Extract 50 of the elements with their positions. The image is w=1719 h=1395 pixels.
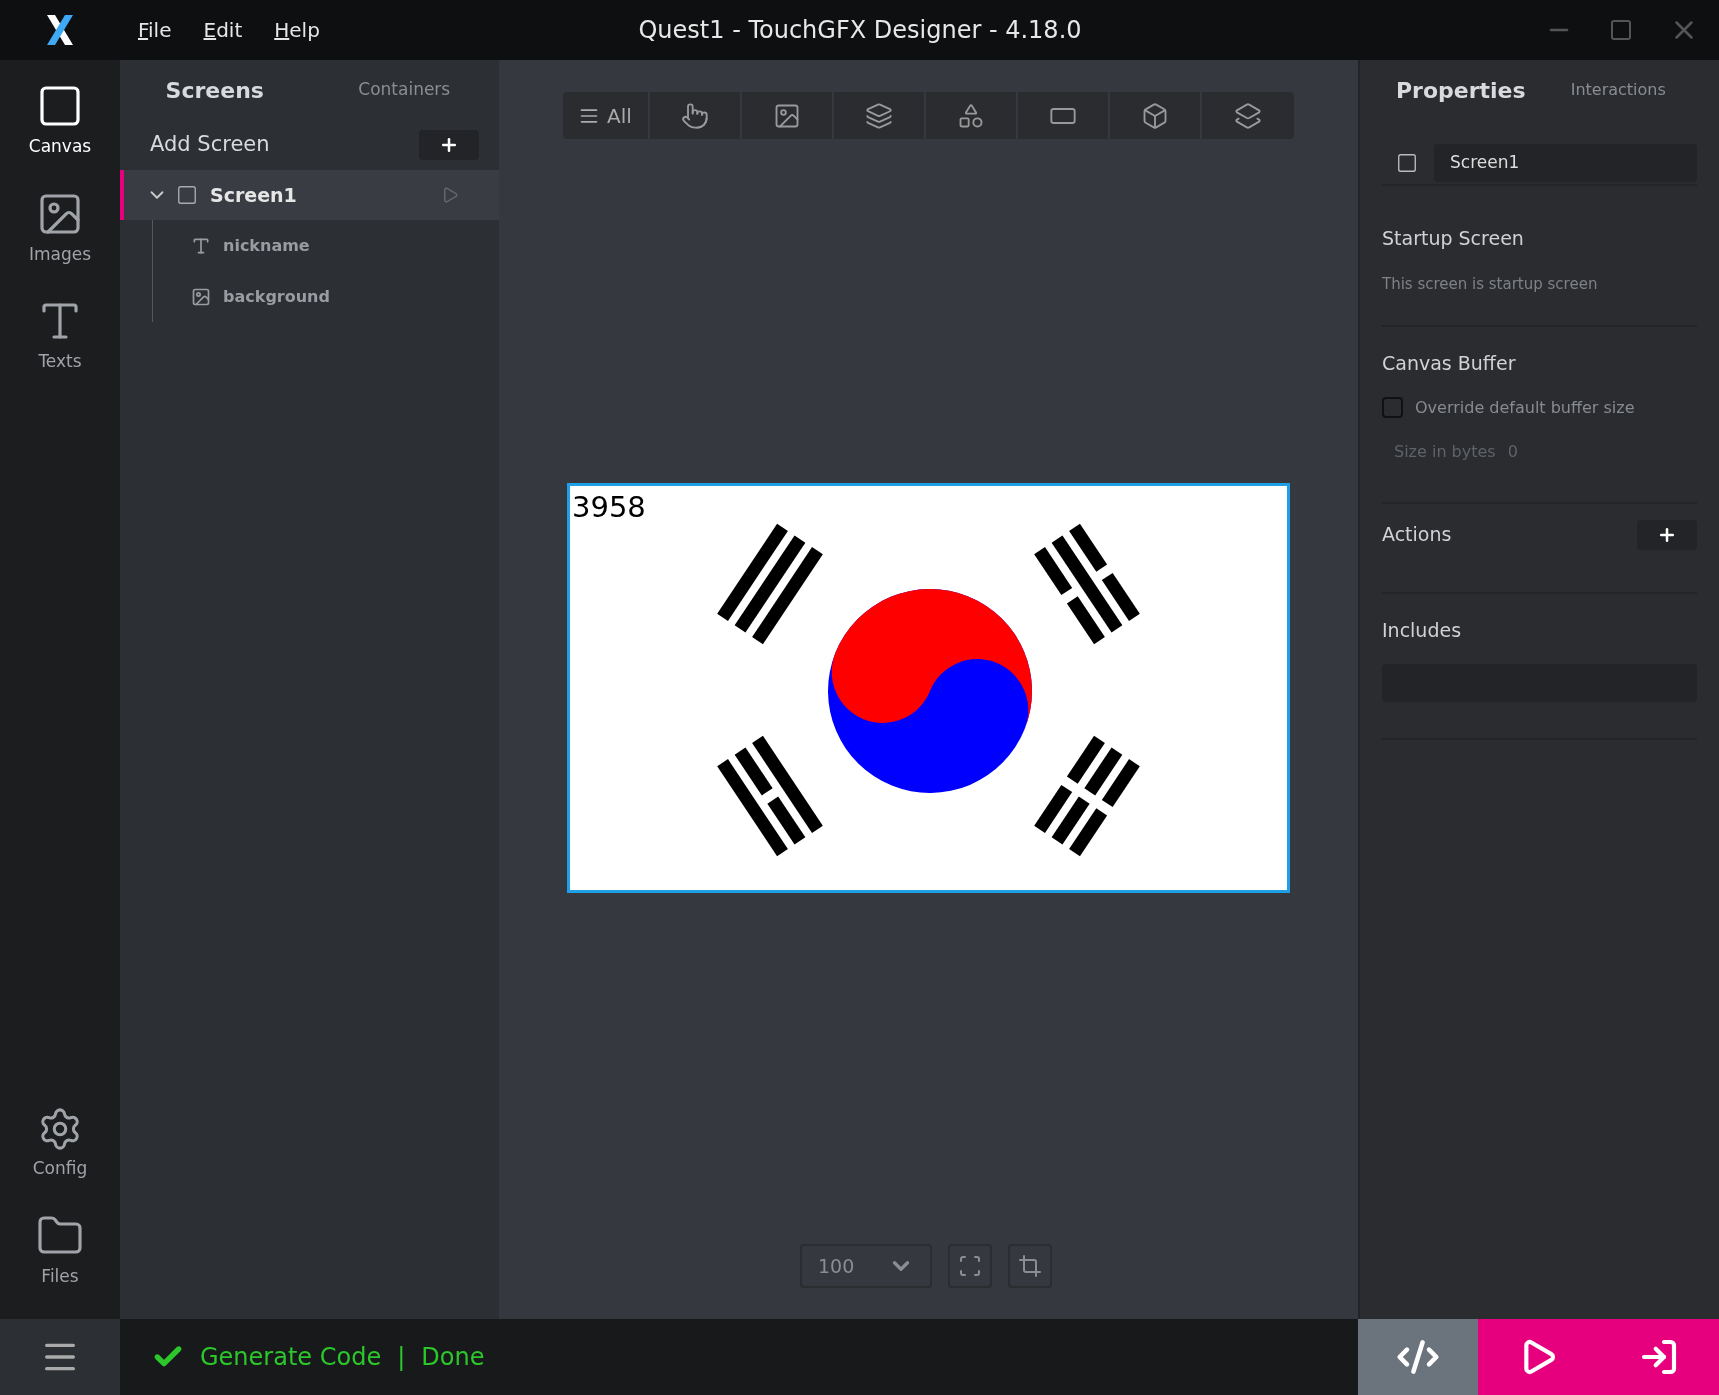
app-logo-icon: [45, 13, 75, 47]
status-state: Done: [421, 1342, 485, 1373]
screen-name: Screen1: [210, 182, 297, 208]
maximize-icon[interactable]: [1609, 18, 1633, 42]
screen-icon: [176, 184, 198, 206]
fit-button[interactable]: [948, 1244, 992, 1288]
focus-icon: [958, 1254, 982, 1278]
tree-item[interactable]: background: [153, 271, 499, 322]
window-title: Quest1 - TouchGFX Designer - 4.18.0: [637, 15, 1083, 46]
zoom-dropdown[interactable]: 100: [800, 1244, 932, 1288]
section-title: Canvas Buffer: [1382, 351, 1517, 376]
panel-tab[interactable]: Interactions: [1539, 78, 1697, 102]
section-title: Startup Screen: [1382, 226, 1525, 251]
crop-button[interactable]: [1008, 1244, 1052, 1288]
tree-row[interactable]: Screen1: [120, 170, 499, 220]
nav-item[interactable]: Files: [0, 1211, 120, 1289]
tree-item[interactable]: nickname: [153, 220, 499, 271]
all-filter-button[interactable]: All: [563, 92, 650, 139]
add-screen-label: Add Screen: [150, 131, 270, 159]
deploy-button[interactable]: [1598, 1319, 1719, 1395]
crop-icon: [1018, 1254, 1042, 1278]
override-checkbox[interactable]: [1382, 397, 1403, 418]
nav-item[interactable]: Config: [0, 1106, 120, 1182]
layers-icon: [864, 101, 893, 130]
menu-item[interactable]: File: [134, 15, 176, 45]
menu-item[interactable]: Help: [270, 15, 324, 45]
panel-tab[interactable]: Screens: [120, 73, 310, 107]
nav-item[interactable]: Canvas: [0, 82, 120, 160]
layers-icon: [1233, 101, 1262, 130]
section-title: Actions: [1382, 522, 1452, 548]
menu-item[interactable]: Edit: [199, 15, 247, 45]
text-widget[interactable]: 3958: [572, 486, 646, 530]
add-screen-button[interactable]: [419, 130, 479, 160]
pointer-icon: [680, 101, 709, 130]
nav-item[interactable]: Images: [0, 189, 120, 267]
panel-tab[interactable]: Properties: [1382, 73, 1540, 107]
section-title: Includes: [1382, 617, 1463, 643]
screen-name-field[interactable]: Screen1: [1434, 144, 1697, 182]
nav-item[interactable]: Texts: [0, 297, 120, 375]
status-text: Generate Code: [200, 1342, 382, 1373]
image-icon: [191, 286, 211, 307]
plus-icon: [439, 135, 459, 155]
checkbox-label: Override default buffer size: [1415, 396, 1635, 419]
screen-icon: [1396, 152, 1418, 174]
generate-code-button[interactable]: [1358, 1319, 1478, 1395]
run-button[interactable]: [1478, 1319, 1598, 1395]
status-separator: |: [397, 1342, 406, 1373]
panel-tab[interactable]: Containers: [309, 77, 499, 103]
add-action-button[interactable]: [1637, 519, 1697, 550]
startup-note: This screen is startup screen: [1382, 273, 1599, 295]
